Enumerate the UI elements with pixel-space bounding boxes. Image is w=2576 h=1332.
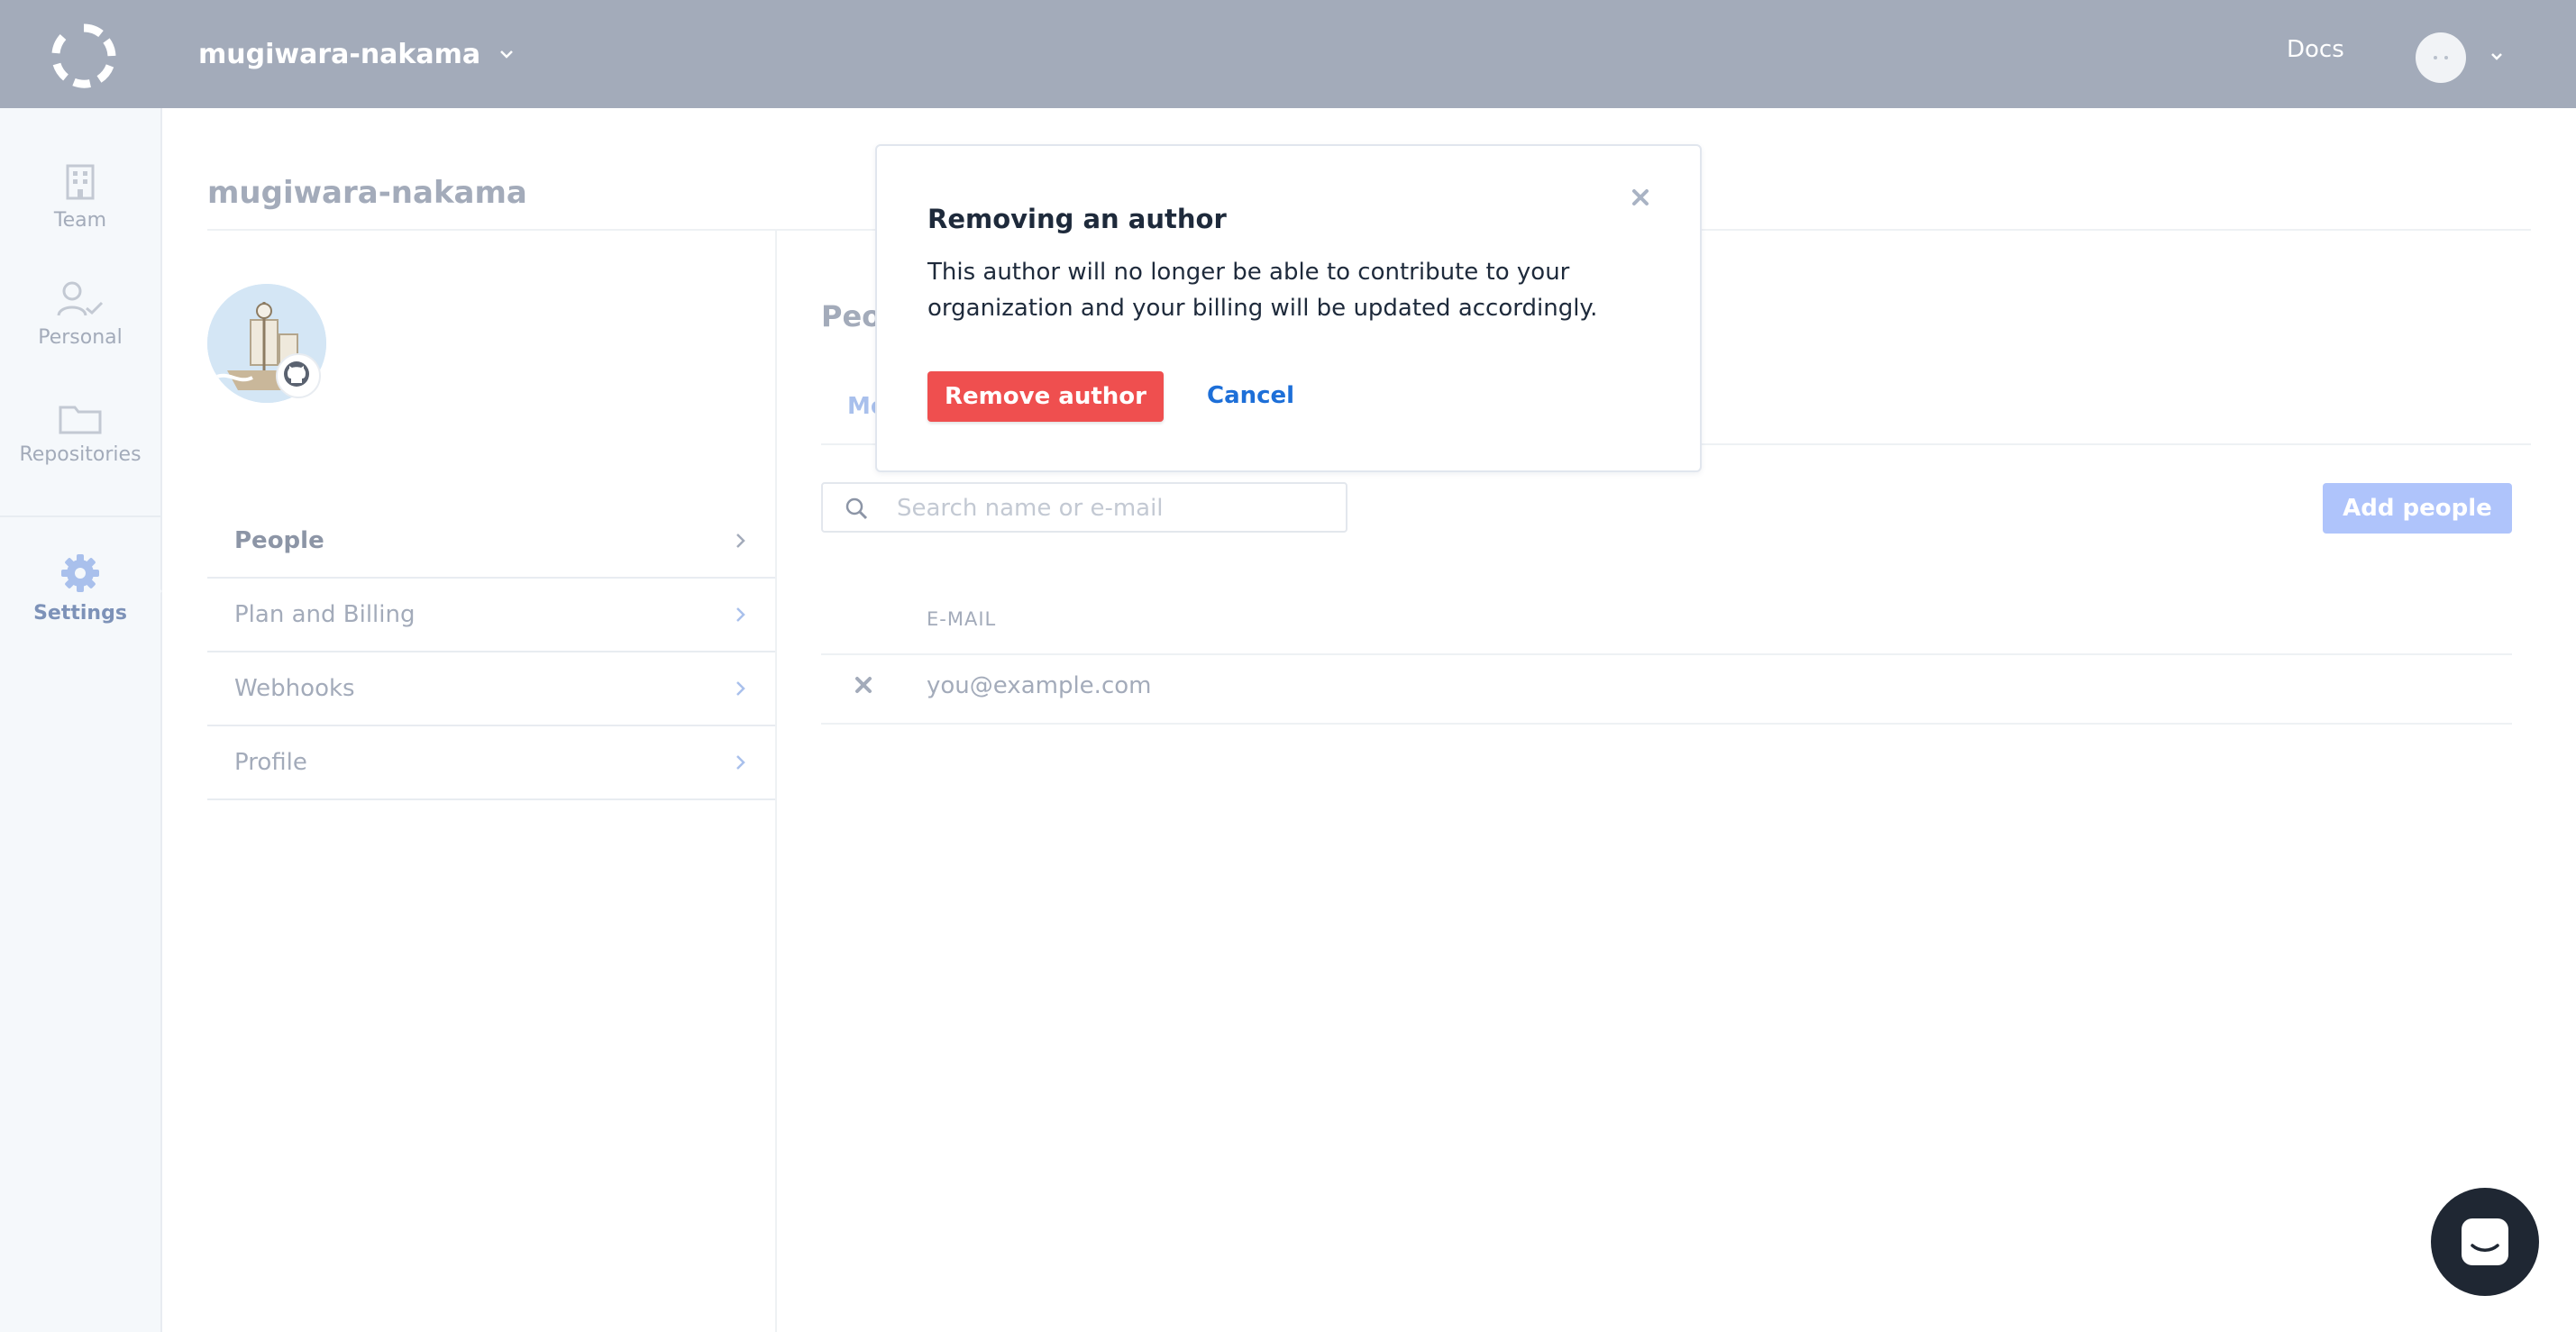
divider — [821, 723, 2512, 725]
search-field — [821, 482, 1347, 533]
column-header-email: E-MAIL — [927, 608, 997, 630]
rail-item-label: Personal — [38, 326, 123, 349]
github-badge — [276, 353, 321, 398]
rail-item-label: Repositories — [19, 443, 142, 466]
remove-author-button[interactable]: Remove author — [927, 371, 1164, 422]
menu-item-label: Plan and Billing — [234, 601, 416, 628]
org-name: mugiwara-nakama — [198, 38, 481, 70]
dialog-message: This author will no longer be able to co… — [927, 259, 1598, 322]
top-bar: mugiwara-nakama Docs — [0, 0, 2576, 108]
menu-item-label: Profile — [234, 749, 307, 776]
menu-item-people[interactable]: People — [207, 505, 775, 579]
member-email: you@example.com — [927, 672, 1152, 699]
divider — [821, 653, 2512, 655]
left-rail: Team Personal Repositories Settings — [0, 108, 162, 1332]
rail-divider — [0, 515, 160, 517]
folder-icon — [59, 406, 102, 434]
org-switcher[interactable]: mugiwara-nakama — [198, 34, 516, 74]
chat-icon — [2462, 1218, 2508, 1265]
rail-item-team[interactable]: Team — [0, 164, 160, 232]
chevron-down-icon[interactable] — [2488, 47, 2506, 65]
rail-item-personal[interactable]: Personal — [0, 281, 160, 349]
remove-author-dialog: Removing an author This author will no l… — [875, 144, 1702, 472]
logo-icon[interactable] — [50, 23, 117, 89]
user-check-icon — [57, 281, 104, 316]
gear-icon — [61, 554, 99, 592]
section-title: Peo — [821, 299, 882, 333]
building-icon — [66, 164, 95, 200]
dialog-title: Removing an author — [927, 204, 1227, 234]
remove-member-icon[interactable] — [853, 674, 874, 696]
rail-item-settings[interactable]: Settings — [0, 553, 160, 625]
rail-item-label: Settings — [33, 602, 127, 625]
page-title: mugiwara-nakama — [207, 175, 527, 211]
add-people-button[interactable]: Add people — [2323, 483, 2512, 534]
column-divider — [775, 231, 777, 1332]
search-icon — [845, 497, 868, 520]
chevron-right-icon — [736, 681, 745, 696]
close-icon[interactable] — [1629, 186, 1652, 209]
active-indicator — [150, 579, 162, 604]
rail-item-label: Team — [53, 209, 107, 232]
rail-item-repositories[interactable]: Repositories — [0, 404, 160, 466]
search-input[interactable] — [895, 491, 1331, 525]
settings-menu: People Plan and Billing Webhooks Profile — [207, 505, 775, 800]
cancel-button[interactable]: Cancel — [1207, 382, 1294, 409]
user-avatar[interactable] — [2416, 32, 2466, 83]
menu-item-webhooks[interactable]: Webhooks — [207, 652, 775, 726]
menu-item-label: People — [234, 527, 324, 554]
chevron-right-icon — [736, 534, 745, 548]
chat-launcher[interactable] — [2431, 1188, 2539, 1296]
chevron-down-icon — [500, 50, 514, 59]
menu-item-plan-billing[interactable]: Plan and Billing — [207, 579, 775, 652]
docs-link[interactable]: Docs — [2287, 36, 2344, 63]
menu-item-profile[interactable]: Profile — [207, 726, 775, 800]
menu-item-label: Webhooks — [234, 675, 355, 702]
github-icon — [284, 361, 309, 387]
chevron-right-icon — [736, 755, 745, 770]
chevron-right-icon — [736, 607, 745, 622]
